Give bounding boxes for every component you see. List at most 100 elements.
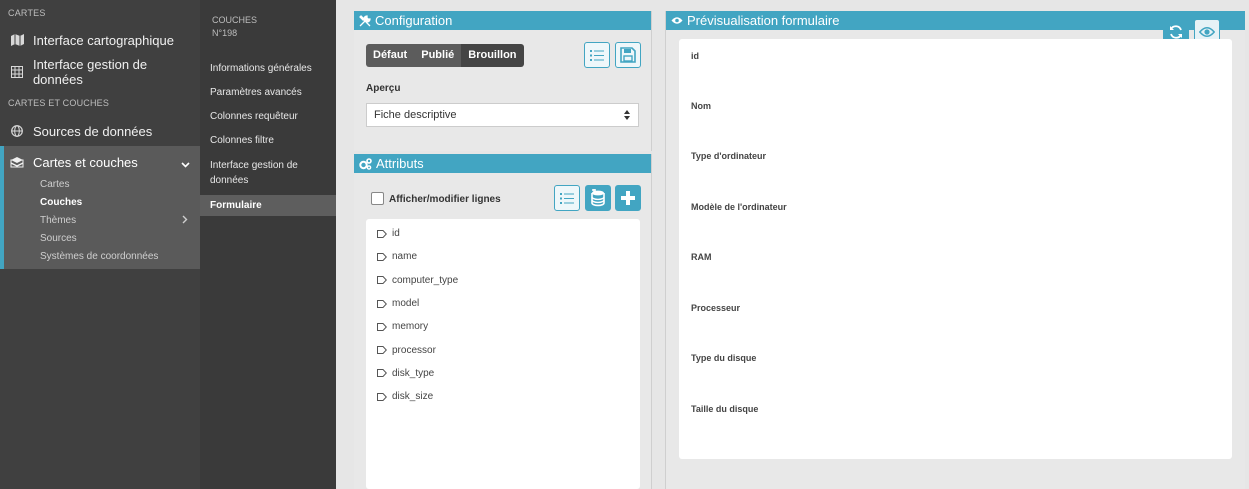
attribute-label: model bbox=[392, 298, 420, 310]
configuration-title: Configuration bbox=[375, 13, 453, 28]
attribute-label: disk_type bbox=[392, 367, 435, 379]
subnav-title: COUCHES N°198 bbox=[200, 0, 336, 40]
map-icon bbox=[10, 33, 24, 47]
globe-icon bbox=[10, 124, 24, 138]
segment-default[interactable]: Défaut bbox=[366, 44, 415, 67]
tag-icon bbox=[377, 322, 387, 331]
form-preview-panel: Prévisualisation formulaire id Nom Type … bbox=[665, 11, 1245, 489]
eye-icon bbox=[1199, 27, 1215, 37]
attribute-label: processor bbox=[392, 344, 436, 356]
attribute-item[interactable]: disk_type bbox=[366, 362, 640, 385]
save-button[interactable] bbox=[615, 42, 641, 68]
form-field-processeur: Processeur bbox=[691, 303, 741, 313]
subnav-item-advanced[interactable]: Paramètres avancés bbox=[200, 85, 336, 100]
subnav-item-data-interface[interactable]: Interface gestion de données bbox=[200, 158, 336, 188]
segment-published[interactable]: Publié bbox=[414, 44, 462, 67]
configuration-panel: Configuration Défaut Publié Brouillon Ap… bbox=[354, 11, 652, 151]
sidebar-item-label: Sources de données bbox=[33, 123, 153, 139]
form-field-type-ordinateur: Type d'ordinateur bbox=[691, 151, 766, 161]
attribute-item[interactable]: name bbox=[366, 245, 640, 268]
form-field-modele: Modèle de l'ordinateur bbox=[691, 202, 787, 212]
attribute-item[interactable]: memory bbox=[366, 315, 640, 338]
tag-icon bbox=[377, 252, 387, 261]
database-icon bbox=[591, 189, 605, 207]
eye-icon bbox=[671, 17, 683, 24]
preview-header: Prévisualisation formulaire bbox=[666, 11, 1245, 30]
sidebar-item-label: Interface cartographique bbox=[33, 32, 174, 48]
sidebar-subitem-cartes[interactable]: Cartes bbox=[4, 176, 69, 194]
subnav-item-general[interactable]: Informations générales bbox=[200, 61, 336, 76]
list-icon bbox=[560, 192, 574, 204]
attribute-label: disk_size bbox=[392, 391, 434, 403]
sidebar-item-datasources[interactable]: Sources de données bbox=[0, 115, 200, 147]
list-view-button[interactable] bbox=[584, 42, 610, 68]
subnav-item-query-columns[interactable]: Colonnes requêteur bbox=[200, 109, 336, 124]
attributes-header: Attributs bbox=[354, 154, 651, 173]
status-segmented-control: Défaut Publié Brouillon bbox=[366, 44, 524, 67]
sidebar-subitem-crs[interactable]: Systèmes de coordonnées bbox=[4, 248, 158, 266]
attribute-list: id name computer_type model memory proce… bbox=[366, 219, 640, 489]
attributes-panel: Attributs Afficher/modifier lignes id na… bbox=[354, 154, 652, 489]
grid-icon bbox=[10, 65, 24, 79]
plus-icon bbox=[621, 191, 635, 205]
tag-icon bbox=[377, 276, 387, 285]
sidebar-item-label: Cartes et couches bbox=[33, 154, 138, 170]
form-field-taille-disque: Taille du disque bbox=[691, 404, 759, 414]
chevron-right-icon bbox=[182, 213, 188, 231]
show-edit-rows-checkbox[interactable] bbox=[371, 192, 384, 205]
attribute-label: memory bbox=[392, 321, 429, 333]
attribute-label: id bbox=[392, 228, 400, 240]
configuration-header: Configuration bbox=[354, 11, 651, 30]
save-icon bbox=[620, 47, 636, 63]
refresh-icon bbox=[1170, 25, 1182, 39]
preview-title: Prévisualisation formulaire bbox=[687, 13, 840, 28]
chevron-down-icon[interactable] bbox=[181, 156, 190, 171]
tools-icon bbox=[359, 14, 371, 26]
subnav-item-form[interactable]: Formulaire bbox=[200, 195, 336, 216]
tag-icon bbox=[377, 346, 387, 355]
cogs-icon bbox=[359, 157, 372, 170]
layer-subnav: COUCHES N°198 Informations générales Par… bbox=[200, 0, 336, 489]
sidebar-subitem-sources[interactable]: Sources bbox=[4, 230, 77, 248]
sidebar-item-map-interface[interactable]: Interface cartographique bbox=[0, 24, 200, 56]
sidebar-item-label: Interface gestion de données bbox=[32, 57, 148, 87]
segment-draft[interactable]: Brouillon bbox=[461, 44, 524, 67]
attribute-label: computer_type bbox=[392, 274, 459, 286]
tag-icon bbox=[377, 229, 387, 238]
add-attribute-button[interactable] bbox=[615, 185, 641, 211]
attribute-item[interactable]: disk_size bbox=[366, 385, 640, 408]
form-field-nom: Nom bbox=[691, 101, 711, 111]
sidebar-item-maps-layers[interactable]: Cartes et couches bbox=[4, 146, 200, 178]
attribute-item[interactable]: computer_type bbox=[366, 269, 640, 292]
form-field-type-disque: Type du disque bbox=[691, 353, 757, 363]
sidebar-subitem-label: Thèmes bbox=[40, 215, 77, 226]
sidebar-subitem-themes[interactable]: Thèmes bbox=[4, 212, 200, 230]
form-preview-card: id Nom Type d'ordinateur Modèle de l'ord… bbox=[679, 39, 1232, 459]
attribute-item[interactable]: processor bbox=[366, 338, 640, 361]
tag-icon bbox=[377, 369, 387, 378]
show-edit-rows-label: Afficher/modifier lignes bbox=[389, 194, 501, 205]
form-field-ram: RAM bbox=[691, 252, 712, 262]
attribute-item[interactable]: id bbox=[366, 222, 640, 245]
sidebar-subitem-couches[interactable]: Couches bbox=[4, 194, 82, 212]
attribute-item[interactable]: model bbox=[366, 292, 640, 315]
apercu-label: Aperçu bbox=[366, 83, 401, 94]
attribute-label: name bbox=[392, 251, 418, 263]
apercu-select[interactable]: Fiche descriptive bbox=[366, 103, 639, 127]
subnav-title-label: COUCHES bbox=[212, 15, 258, 25]
add-database-field-button[interactable] bbox=[585, 185, 611, 211]
main-sidebar: CARTES Interface cartographique Interfac… bbox=[0, 0, 200, 489]
sidebar-section-cartes: CARTES bbox=[8, 8, 46, 18]
tag-icon bbox=[377, 392, 387, 401]
subnav-item-filter-columns[interactable]: Colonnes filtre bbox=[200, 133, 336, 148]
subnav-layer-number: N°198 bbox=[212, 28, 238, 38]
attributes-title: Attributs bbox=[376, 156, 424, 171]
sidebar-item-data-interface[interactable]: Interface gestion de données bbox=[0, 56, 200, 88]
tag-icon bbox=[377, 299, 387, 308]
list-icon bbox=[590, 49, 604, 61]
apercu-select-value: Fiche descriptive bbox=[374, 109, 457, 121]
select-caret-icon bbox=[624, 104, 630, 128]
sidebar-group-maps-layers: Cartes et couches Cartes Couches Thèmes … bbox=[0, 146, 200, 269]
attributes-list-button[interactable] bbox=[554, 185, 580, 211]
layers-icon bbox=[10, 155, 24, 169]
